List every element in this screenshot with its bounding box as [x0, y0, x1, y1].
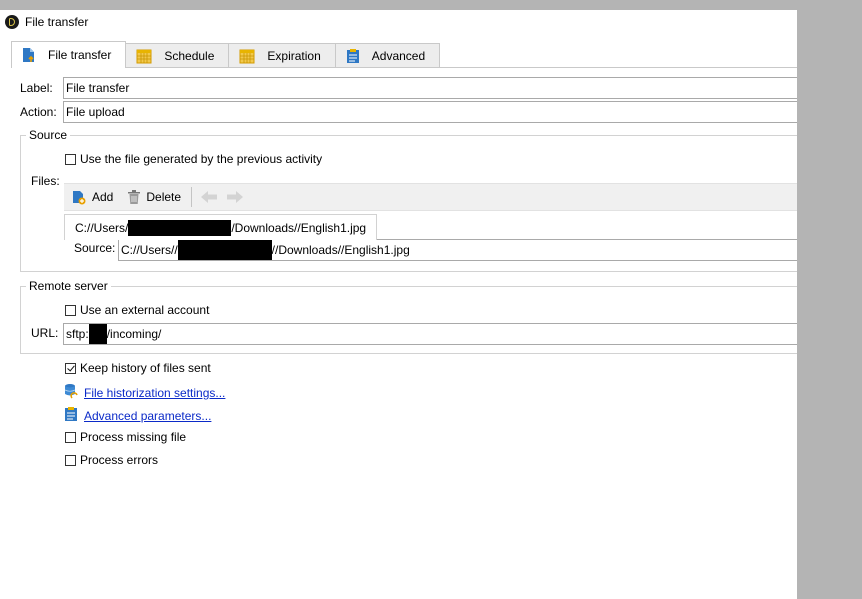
delete-button-label: Delete	[146, 190, 182, 204]
move-left-arrow-icon[interactable]	[200, 190, 218, 204]
label-input-value: File transfer	[66, 81, 130, 95]
add-button[interactable]: Add	[71, 189, 113, 205]
file-transfer-window: File transfer File transfer Schedule Exp…	[0, 10, 797, 599]
process-missing-file-label: Process missing file	[80, 430, 187, 444]
action-input[interactable]: File upload	[63, 101, 797, 123]
tab-advanced[interactable]: Advanced	[334, 43, 441, 68]
clipboard-icon	[346, 48, 360, 64]
trash-icon	[127, 189, 141, 205]
external-account-label: Use an external account	[80, 303, 210, 317]
url-suffix: /incoming/	[106, 327, 162, 341]
remote-server-legend: Remote server	[26, 279, 111, 293]
advanced-parameters-row: Advanced parameters...	[64, 406, 211, 425]
use-previous-file-option[interactable]: Use the file generated by the previous a…	[65, 152, 322, 166]
calendar-icon	[136, 48, 152, 64]
source-legend: Source	[26, 128, 71, 142]
use-previous-file-checkbox[interactable]	[65, 153, 76, 165]
tab-schedule[interactable]: Schedule	[125, 43, 230, 68]
redaction-block	[88, 324, 107, 344]
tab-label: File transfer	[48, 48, 112, 62]
file-upload-icon	[22, 47, 36, 63]
label-caption: Label:	[20, 81, 53, 95]
tab-label: Schedule	[164, 49, 215, 63]
external-account-checkbox[interactable]	[65, 304, 76, 316]
process-missing-file-checkbox[interactable]	[65, 431, 76, 443]
url-caption: URL:	[31, 326, 59, 340]
action-input-value: File upload	[66, 105, 125, 119]
label-input[interactable]: File transfer	[63, 77, 797, 99]
advanced-parameters-link[interactable]: Advanced parameters...	[84, 409, 211, 423]
tab-label: Expiration	[267, 49, 321, 63]
action-caption: Action:	[20, 105, 57, 119]
tab-label: Advanced	[371, 49, 426, 63]
file-tab-english1[interactable]: C://Users/ /Downloads//English1.jpg	[64, 214, 378, 240]
move-right-arrow-icon[interactable]	[226, 190, 244, 204]
redaction-block	[177, 240, 272, 260]
use-previous-file-label: Use the file generated by the previous a…	[80, 152, 323, 166]
database-icon	[64, 383, 78, 402]
redaction-block	[128, 219, 232, 236]
title-bar: File transfer	[0, 10, 797, 34]
files-caption: Files:	[31, 174, 60, 188]
toolbar-separator	[191, 187, 193, 207]
clipboard-icon	[64, 406, 78, 425]
source-path-suffix: //Downloads//English1.jpg	[271, 243, 410, 257]
source-caption: Source:	[74, 241, 116, 255]
tab-strip: File transfer Schedule Expiration Advanc…	[11, 41, 441, 68]
window-title: File transfer	[25, 15, 89, 29]
app-icon	[5, 15, 19, 29]
process-errors-label: Process errors	[80, 453, 159, 467]
file-tab-prefix: C://Users/	[75, 220, 129, 235]
historization-settings-row: File historization settings...	[64, 383, 225, 402]
keep-history-label: Keep history of files sent	[80, 361, 211, 375]
delete-button[interactable]: Delete	[127, 189, 181, 205]
add-button-label: Add	[92, 190, 114, 204]
historization-settings-link[interactable]: File historization settings...	[84, 386, 225, 400]
tab-file-transfer[interactable]: File transfer	[11, 41, 127, 68]
process-missing-file-option[interactable]: Process missing file	[65, 430, 186, 444]
tab-divider	[11, 67, 797, 68]
files-toolbar: Add Delete	[64, 183, 797, 211]
keep-history-option[interactable]: Keep history of files sent	[65, 361, 211, 375]
url-prefix: sftp:	[66, 327, 89, 341]
source-path-prefix: C://Users//	[121, 243, 178, 257]
external-account-option[interactable]: Use an external account	[65, 303, 209, 317]
url-input[interactable]: sftp: /incoming/	[63, 323, 797, 345]
keep-history-checkbox[interactable]	[65, 362, 76, 374]
tab-expiration[interactable]: Expiration	[228, 43, 336, 68]
calendar-icon	[239, 48, 255, 64]
process-errors-checkbox[interactable]	[65, 454, 76, 466]
source-path-input[interactable]: C://Users// //Downloads//English1.jpg	[118, 239, 797, 261]
add-file-icon	[71, 189, 87, 205]
process-errors-option[interactable]: Process errors	[65, 453, 158, 467]
file-tab-suffix: /Downloads//English1.jpg	[231, 220, 367, 235]
